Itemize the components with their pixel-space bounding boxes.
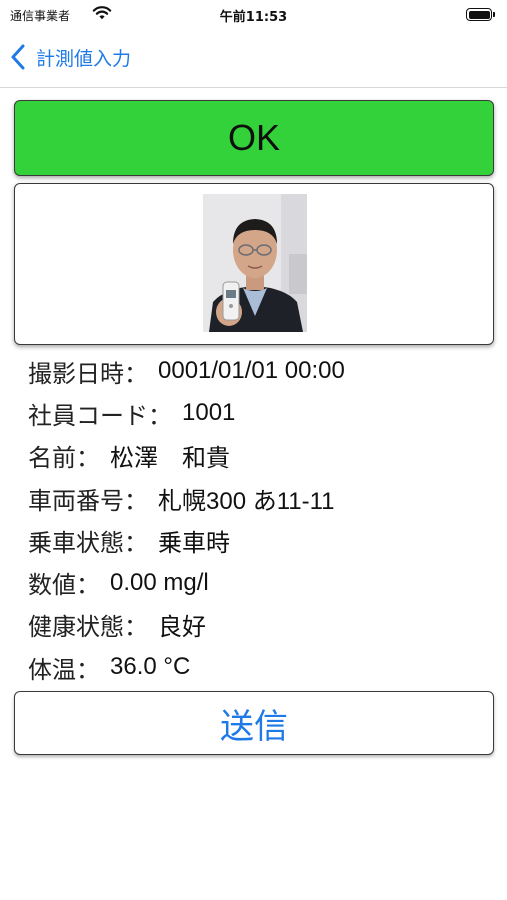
detail-label: 健康状態： — [28, 613, 148, 642]
detail-value: 松澤 和貴 — [110, 445, 230, 473]
back-button-label: 計測値入力 — [36, 47, 132, 70]
detail-label: 数値： — [28, 571, 100, 600]
status-bar: 通信事業者 午前11:53 — [0, 0, 507, 30]
detail-value: 良好 — [158, 614, 206, 642]
back-button[interactable]: 計測値入力 — [10, 42, 131, 72]
send-button[interactable]: 送信 — [14, 691, 494, 755]
chevron-left-icon — [11, 44, 25, 70]
detail-label: 名前： — [28, 444, 100, 473]
detail-row-health-status: 健康状態： 良好 — [28, 604, 488, 646]
detail-value: 1001 — [182, 399, 236, 427]
detail-row-measured-value: 数値： 0.00 mg/l — [28, 561, 488, 603]
battery-icon — [466, 8, 496, 22]
detail-value: 乗車時 — [158, 529, 230, 557]
result-banner: OK — [14, 100, 494, 176]
detail-label: 体温： — [28, 655, 100, 684]
navigation-bar: 計測値入力 — [0, 30, 507, 88]
measurement-details: 撮影日時： 0001/01/01 00:00 社員コード： 1001 名前： 松… — [28, 350, 488, 688]
detail-row-name: 名前： 松澤 和貴 — [28, 435, 488, 477]
detail-row-vehicle-number: 車両番号： 札幌300 あ11-11 — [28, 477, 488, 519]
detail-value: 0.00 mg/l — [110, 568, 209, 596]
detail-value: 札幌300 あ11-11 — [158, 487, 335, 515]
result-label: OK — [227, 117, 280, 158]
detail-row-boarding-status: 乗車状態： 乗車時 — [28, 519, 488, 561]
detail-row-body-temperature: 体温： 36.0 °C — [28, 646, 488, 688]
send-button-label: 送信 — [220, 706, 288, 747]
detail-value: 0001/01/01 00:00 — [158, 357, 345, 385]
detail-row-capture-datetime: 撮影日時： 0001/01/01 00:00 — [28, 350, 488, 392]
detail-label: 乗車状態： — [28, 528, 148, 557]
detail-row-employee-code: 社員コード： 1001 — [28, 392, 488, 434]
detail-label: 撮影日時： — [28, 359, 148, 388]
detail-value: 36.0 °C — [110, 653, 191, 681]
photo-frame — [14, 183, 494, 345]
detail-label: 社員コード： — [28, 401, 172, 430]
clock: 午前11:53 — [219, 10, 288, 25]
detail-label: 車両番号： — [28, 486, 148, 515]
captured-photo — [203, 194, 307, 332]
